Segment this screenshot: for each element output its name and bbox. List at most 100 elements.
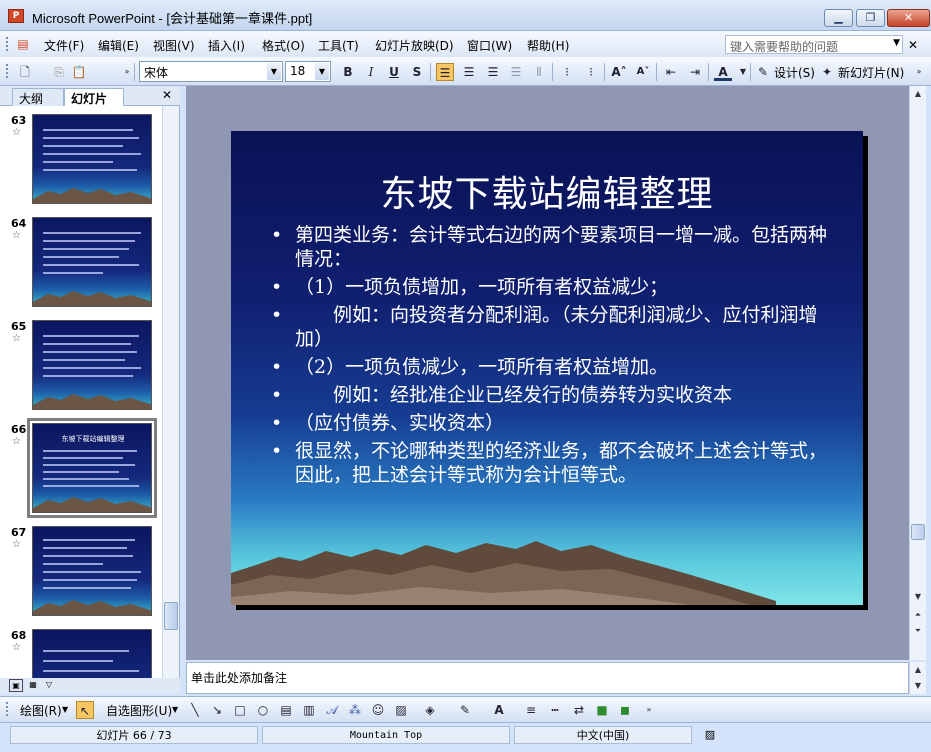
- menu-format[interactable]: 格式(O): [262, 37, 305, 54]
- slide-thumbnail-67[interactable]: 67 ☆: [0, 526, 162, 626]
- new-slide-button[interactable]: 新幻灯片(N): [838, 64, 904, 81]
- bold-button[interactable]: B: [339, 63, 357, 81]
- vertical-textbox-icon[interactable]: ▥: [300, 701, 318, 719]
- align-center-icon[interactable]: ☰: [460, 63, 478, 81]
- chevron-down-icon[interactable]: ▼: [893, 38, 900, 48]
- minimize-button[interactable]: ▁: [824, 9, 853, 27]
- font-color-button[interactable]: A: [714, 63, 732, 81]
- powerpoint-app-icon[interactable]: P: [8, 9, 24, 23]
- wordart-icon[interactable]: 𝒜: [323, 701, 341, 719]
- menu-insert[interactable]: 插入(I): [208, 37, 245, 54]
- dash-style-icon[interactable]: ┅: [546, 701, 564, 719]
- bullet-item[interactable]: （2）一项负债减少，一项所有者权益增加。: [267, 355, 827, 379]
- bullet-item[interactable]: 例如：向投资者分配利润。（未分配利润减少、应付利润增加）: [267, 303, 827, 351]
- toolbar-grip-handle[interactable]: [6, 702, 10, 716]
- oval-tool-icon[interactable]: ○: [254, 701, 272, 719]
- bullet-item[interactable]: 例如：经批准企业已经发行的债券转为实收资本: [267, 383, 827, 407]
- notes-scrollbar[interactable]: ▲ ▼: [909, 662, 926, 694]
- scroll-down-icon[interactable]: ▼: [911, 679, 925, 693]
- toolbar-options-icon[interactable]: »: [910, 63, 928, 81]
- 3d-style-icon[interactable]: ◼: [616, 701, 634, 719]
- slide-sorter-view-icon[interactable]: ▦: [26, 679, 40, 692]
- chevron-down-icon[interactable]: ▼: [62, 705, 68, 714]
- shadow-style-icon[interactable]: ■: [593, 701, 611, 719]
- slide-thumbnail-66[interactable]: 66 ☆ 东坡下载站编辑整理: [0, 418, 162, 523]
- slide-title[interactable]: 东坡下载站编辑整理: [231, 165, 863, 217]
- rectangle-tool-icon[interactable]: □: [231, 701, 249, 719]
- help-search-input[interactable]: 键入需要帮助的问题 ▼: [725, 35, 903, 54]
- toolbar-options-icon[interactable]: »: [640, 701, 658, 719]
- line-tool-icon[interactable]: ╲: [186, 701, 204, 719]
- autoshapes-button[interactable]: 自选图形(U): [106, 702, 172, 719]
- document-close-icon[interactable]: ✕: [908, 38, 918, 52]
- fill-color-icon[interactable]: ◈: [421, 701, 439, 719]
- current-slide[interactable]: 东坡下载站编辑整理 第四类业务：会计等式右边的两个要素项目一增一减。包括两种情况…: [231, 131, 863, 605]
- picture-icon[interactable]: ▨: [392, 701, 410, 719]
- align-left-icon[interactable]: ☰: [436, 63, 454, 81]
- restore-button[interactable]: ❐: [856, 9, 885, 27]
- arrow-tool-icon[interactable]: ↘: [208, 701, 226, 719]
- scroll-down-icon[interactable]: ▼: [911, 590, 925, 604]
- scroll-up-icon[interactable]: ▲: [911, 663, 925, 677]
- thumbnail-scrollbar[interactable]: [162, 106, 179, 678]
- slide-thumbnail-68[interactable]: 68 ☆: [0, 629, 162, 678]
- slide-thumbnail-image-selected[interactable]: 东坡下载站编辑整理: [27, 418, 157, 518]
- distribute-icon[interactable]: ⫴: [530, 63, 548, 81]
- textbox-tool-icon[interactable]: ▤: [277, 701, 295, 719]
- close-button[interactable]: ✕: [887, 9, 930, 27]
- underline-button[interactable]: U: [385, 63, 403, 81]
- notes-pane[interactable]: 单击此处添加备注: [186, 662, 909, 694]
- line-style-icon[interactable]: ≡: [522, 701, 540, 719]
- slide-thumbnail-65[interactable]: 65 ☆: [0, 320, 162, 420]
- previous-slide-icon[interactable]: ⏶: [911, 608, 925, 622]
- slide-thumbnail-64[interactable]: 64 ☆: [0, 217, 162, 317]
- toolbar-grip-handle[interactable]: [6, 64, 10, 78]
- tab-slides[interactable]: 幻灯片: [64, 88, 124, 106]
- font-color-icon[interactable]: A: [490, 701, 508, 719]
- menu-edit[interactable]: 编辑(E): [98, 37, 139, 54]
- numbered-list-icon[interactable]: ⁝: [558, 63, 576, 81]
- scrollbar-thumb[interactable]: [164, 602, 178, 630]
- tab-outline[interactable]: 大纲: [12, 88, 64, 106]
- draw-menu-button[interactable]: 绘图(R): [20, 702, 62, 719]
- decrease-font-icon[interactable]: A˅: [634, 63, 652, 81]
- new-document-icon[interactable]: 🗋: [16, 63, 34, 81]
- increase-font-icon[interactable]: A˄: [610, 63, 628, 81]
- chevron-down-icon[interactable]: ▼: [172, 705, 178, 714]
- arrow-style-icon[interactable]: ⇄: [570, 701, 588, 719]
- bullet-item[interactable]: 第四类业务：会计等式右边的两个要素项目一增一减。包括两种情况：: [267, 223, 827, 271]
- diagram-icon[interactable]: ⁂: [346, 701, 364, 719]
- menu-slideshow[interactable]: 幻灯片放映(D): [375, 37, 454, 54]
- chevron-down-icon[interactable]: ▼: [315, 63, 329, 80]
- normal-view-icon[interactable]: ▣: [9, 679, 23, 692]
- slide-thumbnail-image[interactable]: [32, 114, 152, 204]
- slide-thumbnail-image[interactable]: [32, 526, 152, 616]
- justify-icon[interactable]: ☰: [507, 63, 525, 81]
- menu-help[interactable]: 帮助(H): [527, 37, 569, 54]
- slide-thumbnail-image[interactable]: [32, 320, 152, 410]
- spellcheck-icon[interactable]: ▨: [696, 726, 724, 744]
- decrease-indent-icon[interactable]: ⇤: [662, 63, 680, 81]
- font-name-select[interactable]: 宋体 ▼: [139, 61, 283, 82]
- chevron-down-icon[interactable]: ▼: [267, 63, 281, 80]
- slide-bullet-list[interactable]: 第四类业务：会计等式右边的两个要素项目一增一减。包括两种情况： （1）一项负债增…: [267, 223, 827, 491]
- menu-window[interactable]: 窗口(W): [467, 37, 512, 54]
- menu-grip-handle[interactable]: [6, 37, 10, 51]
- menu-tools[interactable]: 工具(T): [318, 37, 359, 54]
- design-button[interactable]: 设计(S): [774, 64, 815, 81]
- italic-button[interactable]: I: [362, 63, 380, 81]
- increase-indent-icon[interactable]: ⇥: [686, 63, 704, 81]
- close-icon[interactable]: ✕: [162, 88, 172, 102]
- bullet-item[interactable]: （1）一项负债增加，一项所有者权益减少；: [267, 275, 827, 299]
- scrollbar-thumb[interactable]: [911, 524, 925, 540]
- clipart-icon[interactable]: ☺: [369, 701, 387, 719]
- slide-thumbnail-63[interactable]: 63 ☆: [0, 114, 162, 214]
- shadow-button[interactable]: S: [408, 63, 426, 81]
- paste-icon[interactable]: 📋: [70, 63, 88, 81]
- font-size-select[interactable]: 18 ▼: [285, 61, 331, 82]
- slideshow-view-icon[interactable]: ▽: [42, 679, 56, 692]
- next-slide-icon[interactable]: ⏷: [911, 624, 925, 638]
- bulleted-list-icon[interactable]: ⁝: [582, 63, 600, 81]
- line-color-icon[interactable]: ✎: [456, 701, 474, 719]
- slide-thumbnail-image[interactable]: [32, 629, 152, 678]
